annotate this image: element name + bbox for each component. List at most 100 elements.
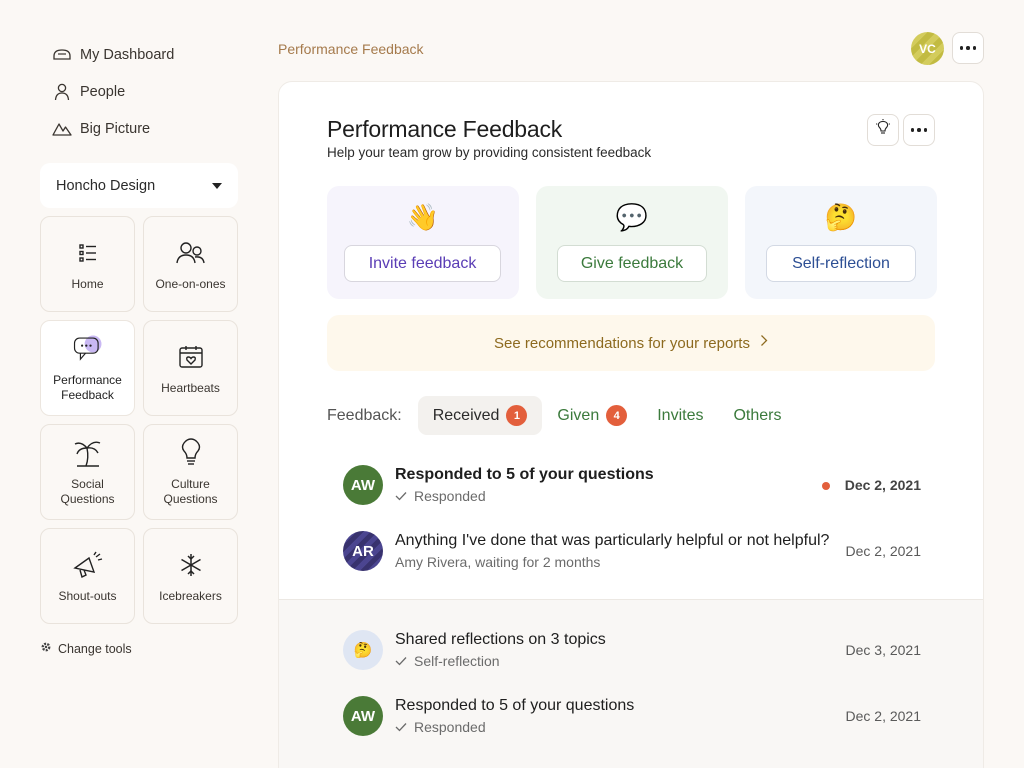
- tab-invites[interactable]: Invites: [642, 396, 718, 435]
- avatar: AR: [343, 531, 383, 571]
- tool-label: Performance Feedback: [53, 373, 122, 402]
- tab-label: Received: [432, 406, 500, 424]
- item-meta: Responded: [395, 488, 486, 504]
- tool-social-questions[interactable]: Social Questions: [40, 424, 135, 520]
- item-title: Anything I've done that was particularly…: [395, 532, 830, 549]
- tab-given[interactable]: Given 4: [542, 396, 642, 435]
- calendar-heart-icon: [175, 341, 207, 373]
- tab-label: Given: [557, 406, 600, 424]
- change-tools-label: Change tools: [58, 642, 132, 656]
- dashboard-icon: [52, 45, 72, 65]
- list-item[interactable]: AW Responded to 5 of your questions Resp…: [279, 452, 983, 518]
- action-tiles: 👋 Invite feedback 💬 Give feedback 🤔 Self…: [327, 186, 937, 299]
- tool-shout-outs[interactable]: Shout-outs: [40, 528, 135, 624]
- list-item[interactable]: AW Responded to 5 of your questions Resp…: [279, 683, 983, 749]
- item-title: Shared reflections on 3 topics: [395, 631, 606, 648]
- tool-label: Home: [71, 276, 104, 291]
- feedback-card: Performance Feedback Help your team grow…: [278, 81, 984, 768]
- tool-label: One-on-ones: [155, 276, 226, 291]
- item-title: Responded to 5 of your questions: [395, 697, 635, 714]
- item-date: Dec 2, 2021: [845, 708, 922, 724]
- feedback-tabs: Feedback: Received 1 Given 4 Invites Oth…: [327, 396, 796, 435]
- tool-culture-questions[interactable]: Culture Questions: [143, 424, 238, 520]
- tool-performance-feedback[interactable]: Performance Feedback: [40, 320, 135, 416]
- chat-bubble-icon: [72, 333, 104, 365]
- nav-item-big-picture[interactable]: Big Picture: [52, 110, 174, 147]
- check-icon: [395, 653, 407, 669]
- tab-label: Invites: [657, 406, 704, 424]
- thinking-face-icon: 🤔: [824, 202, 858, 232]
- item-meta: Amy Rivera, waiting for 2 months: [395, 554, 600, 570]
- change-tools-button[interactable]: Change tools: [40, 640, 132, 658]
- gear-icon: [40, 640, 52, 658]
- tabs-prefix: Feedback:: [327, 406, 402, 424]
- tool-label: Culture Questions: [163, 477, 218, 506]
- avatar: AW: [343, 696, 383, 736]
- tab-others[interactable]: Others: [718, 396, 796, 435]
- item-status: Responded: [414, 719, 486, 735]
- item-status: Responded: [414, 488, 486, 504]
- tool-one-on-ones[interactable]: One-on-ones: [143, 216, 238, 312]
- list-item[interactable]: 🤔 Shared reflections on 3 topics Self-re…: [279, 617, 983, 683]
- more-dots-icon: [959, 46, 977, 50]
- primary-nav: My Dashboard People Big Picture: [52, 36, 174, 147]
- self-reflection-tile: 🤔 Self-reflection: [745, 186, 937, 299]
- avatar: AW: [343, 465, 383, 505]
- unread-dot: [822, 482, 830, 490]
- speech-bubble-icon: 💬: [615, 202, 649, 232]
- item-status: Amy Rivera, waiting for 2 months: [395, 554, 601, 570]
- card-more-button[interactable]: [903, 114, 935, 146]
- tab-label: Others: [733, 406, 782, 424]
- check-icon: [395, 719, 407, 735]
- self-reflection-button[interactable]: Self-reflection: [766, 245, 916, 282]
- list-item[interactable]: AR Anything I've done that was particula…: [279, 518, 983, 584]
- count-badge: 4: [606, 405, 628, 426]
- workspace-selector[interactable]: Honcho Design: [40, 163, 238, 208]
- nav-item-people[interactable]: People: [52, 73, 174, 110]
- card-actions: [867, 114, 935, 146]
- nav-item-label: Big Picture: [80, 120, 151, 137]
- person-icon: [52, 82, 72, 102]
- tool-home[interactable]: Home: [40, 216, 135, 312]
- tools-grid: Home One-on-ones Performance Feedback He…: [40, 216, 238, 624]
- past-feedback-list: 🤔 Shared reflections on 3 topics Self-re…: [279, 617, 983, 749]
- caret-down-icon: [212, 182, 222, 189]
- nav-item-label: My Dashboard: [80, 46, 175, 63]
- waving-hand-icon: 👋: [406, 202, 440, 232]
- invite-feedback-button[interactable]: Invite feedback: [344, 245, 501, 282]
- recommendations-link[interactable]: See recommendations for your reports: [327, 315, 935, 371]
- list-icon: [72, 237, 104, 269]
- breadcrumb[interactable]: Performance Feedback: [278, 41, 424, 57]
- tool-label: Social Questions: [60, 477, 115, 506]
- workspace-name: Honcho Design: [56, 177, 156, 194]
- item-meta: Self-reflection: [395, 653, 500, 669]
- tips-button[interactable]: [867, 114, 899, 146]
- item-title: Responded to 5 of your questions: [395, 466, 654, 483]
- palm-tree-icon: [72, 437, 104, 469]
- item-meta: Responded: [395, 719, 486, 735]
- page-subtitle: Help your team grow by providing consist…: [327, 145, 652, 160]
- feedback-list: AW Responded to 5 of your questions Resp…: [279, 452, 983, 584]
- give-feedback-tile: 💬 Give feedback: [536, 186, 728, 299]
- tab-received[interactable]: Received 1: [417, 396, 543, 435]
- header-more-button[interactable]: [952, 32, 984, 64]
- megaphone-icon: [72, 549, 104, 581]
- recommendations-label: See recommendations for your reports: [494, 334, 750, 352]
- item-date: Dec 3, 2021: [845, 642, 922, 658]
- lightbulb-icon: [175, 437, 207, 469]
- chevron-right-icon: [760, 334, 768, 352]
- mountain-icon: [52, 119, 72, 139]
- user-avatar[interactable]: VC: [911, 32, 944, 65]
- sidebar: My Dashboard People Big Picture Honcho D…: [40, 0, 240, 768]
- nav-item-my-dashboard[interactable]: My Dashboard: [52, 36, 174, 73]
- item-date: Dec 2, 2021: [844, 477, 921, 493]
- tool-label: Heartbeats: [161, 380, 220, 395]
- people-icon: [175, 237, 207, 269]
- tool-heartbeats[interactable]: Heartbeats: [143, 320, 238, 416]
- page-title: Performance Feedback: [327, 116, 563, 142]
- tool-icebreakers[interactable]: Icebreakers: [143, 528, 238, 624]
- give-feedback-button[interactable]: Give feedback: [557, 245, 707, 282]
- lightbulb-icon: [875, 118, 891, 142]
- item-status: Self-reflection: [414, 653, 500, 669]
- invite-feedback-tile: 👋 Invite feedback: [327, 186, 519, 299]
